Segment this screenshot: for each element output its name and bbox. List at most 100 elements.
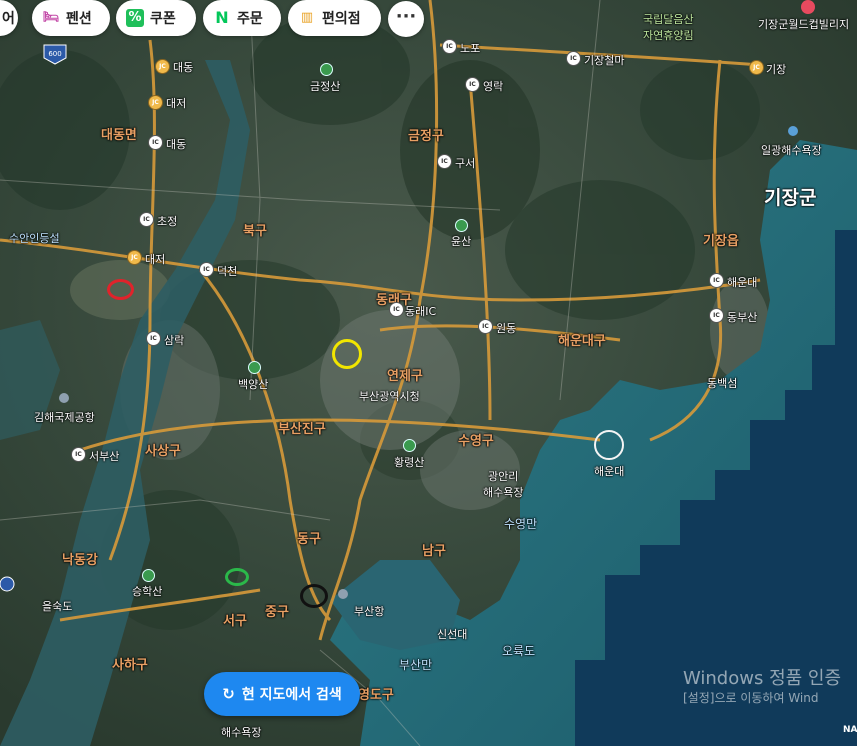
place-nakdong-label: 수안인등설: [9, 232, 60, 245]
district-saha: 사하구: [112, 658, 148, 673]
partial-chip-label: 어: [2, 11, 15, 27]
coupon-chip[interactable]: % 쿠폰: [116, 0, 196, 36]
node-daejeo2: 대저: [145, 253, 166, 266]
node-gijang: 기장: [766, 63, 787, 76]
district-busanjin: 부산진구: [278, 422, 326, 437]
mountain-icon: [142, 569, 155, 582]
place-busan-bay: 부산만: [399, 658, 433, 672]
mountain-icon: [455, 219, 468, 232]
place-haeundae-beach: 해운대: [594, 465, 625, 478]
place-ilgwang: 일광해수욕장: [761, 144, 822, 157]
naver-n-icon: N: [215, 8, 229, 27]
route-number: 600: [48, 50, 61, 58]
store-chip-label: 편의점: [322, 11, 361, 27]
district-nakdong: 낙동강: [62, 553, 98, 568]
ic-node-icon: IC: [709, 273, 724, 288]
mountain-icon: [403, 439, 416, 452]
place-dongbaek: 동백섬: [707, 377, 738, 390]
place-eulsukdo: 을숙도: [42, 600, 73, 613]
node-nopo: 노포: [460, 42, 481, 55]
mountain-icon: [248, 361, 261, 374]
node-daejeo: 대저: [166, 97, 187, 110]
ic-node-icon: IC: [389, 302, 404, 317]
place-baegyangsan: 백양산: [238, 378, 269, 391]
ic-node-icon: IC: [148, 135, 163, 150]
node-yeongnak: 영락: [483, 80, 504, 93]
district-gijang-eup: 기장읍: [703, 234, 739, 249]
store-chip[interactable]: ▥ 편의점: [288, 0, 381, 36]
district-nam: 남구: [422, 544, 446, 559]
node-dongrae-ic: 동래IC: [405, 305, 437, 318]
more-button[interactable]: ···: [388, 1, 424, 37]
district-yeonje: 연제구: [387, 369, 423, 384]
place-world-village: 기장군월드컵빌리지: [758, 18, 850, 31]
district-jung: 중구: [265, 605, 289, 620]
coupon-chip-label: 쿠폰: [150, 11, 176, 27]
ic-node-icon: IC: [139, 212, 154, 227]
satellite-map[interactable]: 600: [0, 0, 857, 746]
place-gwangalli: 광안리 해수욕장: [483, 470, 524, 499]
node-guseo: 구서: [455, 157, 476, 170]
district-sasang: 사상구: [145, 444, 181, 459]
yellow-annotation-circle: [332, 339, 362, 369]
store-icon: ▥: [300, 10, 314, 25]
node-samnak: 삼락: [164, 334, 185, 347]
place-seunghaksan: 승학산: [132, 585, 163, 598]
ic-node-icon: IC: [71, 447, 86, 462]
place-oryukdo: 오륙도: [502, 644, 536, 658]
district-gijang: 기장군: [764, 187, 817, 209]
jc-node-icon: JC: [749, 60, 764, 75]
ic-node-icon: IC: [566, 51, 581, 66]
place-yunsan: 윤산: [451, 235, 472, 248]
place-sinseondae: 신선대: [437, 628, 468, 641]
node-deokcheon: 덕천: [217, 265, 238, 278]
node-dongbusan: 동부산: [727, 311, 758, 324]
district-yeonggu: 영도구: [358, 688, 394, 703]
search-this-area-button[interactable]: ↻ 현 지도에서 검색: [204, 672, 360, 716]
ic-node-icon: IC: [146, 331, 161, 346]
place-forest: 국립달음산 자연휴양림: [643, 13, 694, 42]
activation-watermark-text: [설정]으로 이동하여 Wind: [683, 691, 819, 705]
place-suyeong-bay: 수영만: [504, 517, 538, 531]
place-geumjeongsan: 금정산: [310, 80, 341, 93]
district-haeundae: 해운대구: [558, 334, 606, 349]
naver-logo: NA: [843, 725, 857, 735]
refresh-icon: ↻: [222, 685, 235, 703]
green-annotation-circle: [225, 568, 249, 586]
district-seo: 서구: [223, 614, 247, 629]
node-wondong: 원동: [496, 322, 517, 335]
ic-node-icon: IC: [709, 308, 724, 323]
node-daedong2: 대동: [166, 138, 187, 151]
ic-node-icon: IC: [478, 319, 493, 334]
ic-node-icon: IC: [442, 39, 457, 54]
node-daedong: 대동: [173, 61, 194, 74]
district-geumjeong: 금정구: [408, 129, 444, 144]
ic-node-icon: IC: [199, 262, 214, 277]
place-gimhae-airport: 김해국제공항: [34, 411, 95, 424]
pension-chip-label: 펜션: [66, 11, 92, 27]
black-annotation-circle: [300, 584, 328, 608]
place-hwangryeongsan: 황령산: [394, 456, 425, 469]
activation-watermark-title: Windows 정품 인증: [683, 668, 842, 689]
place-songdo: 해수욕장: [221, 726, 262, 739]
district-buk: 북구: [243, 224, 267, 239]
jc-node-icon: JC: [148, 95, 163, 110]
route-marker: [0, 576, 15, 592]
order-chip[interactable]: N 주문: [203, 0, 281, 36]
district-daedong: 대동면: [101, 128, 137, 143]
node-gijang-cheolma: 기장철마: [584, 54, 625, 67]
node-seobusan: 서부산: [89, 450, 120, 463]
district-dong: 동구: [297, 532, 321, 547]
more-icon: ···: [395, 6, 417, 27]
mountain-icon: [320, 63, 333, 76]
node-chojeong: 초정: [157, 215, 178, 228]
place-city-hall: 부산광역시청: [359, 390, 420, 403]
order-chip-label: 주문: [237, 11, 263, 27]
district-suyeong: 수영구: [458, 434, 494, 449]
bed-icon: 🛏: [42, 10, 60, 25]
ic-node-icon: IC: [465, 77, 480, 92]
red-annotation-circle: [107, 279, 134, 300]
jc-node-icon: JC: [155, 59, 170, 74]
pension-chip[interactable]: 🛏 펜션: [32, 0, 110, 36]
search-this-area-label: 현 지도에서 검색: [241, 687, 342, 703]
